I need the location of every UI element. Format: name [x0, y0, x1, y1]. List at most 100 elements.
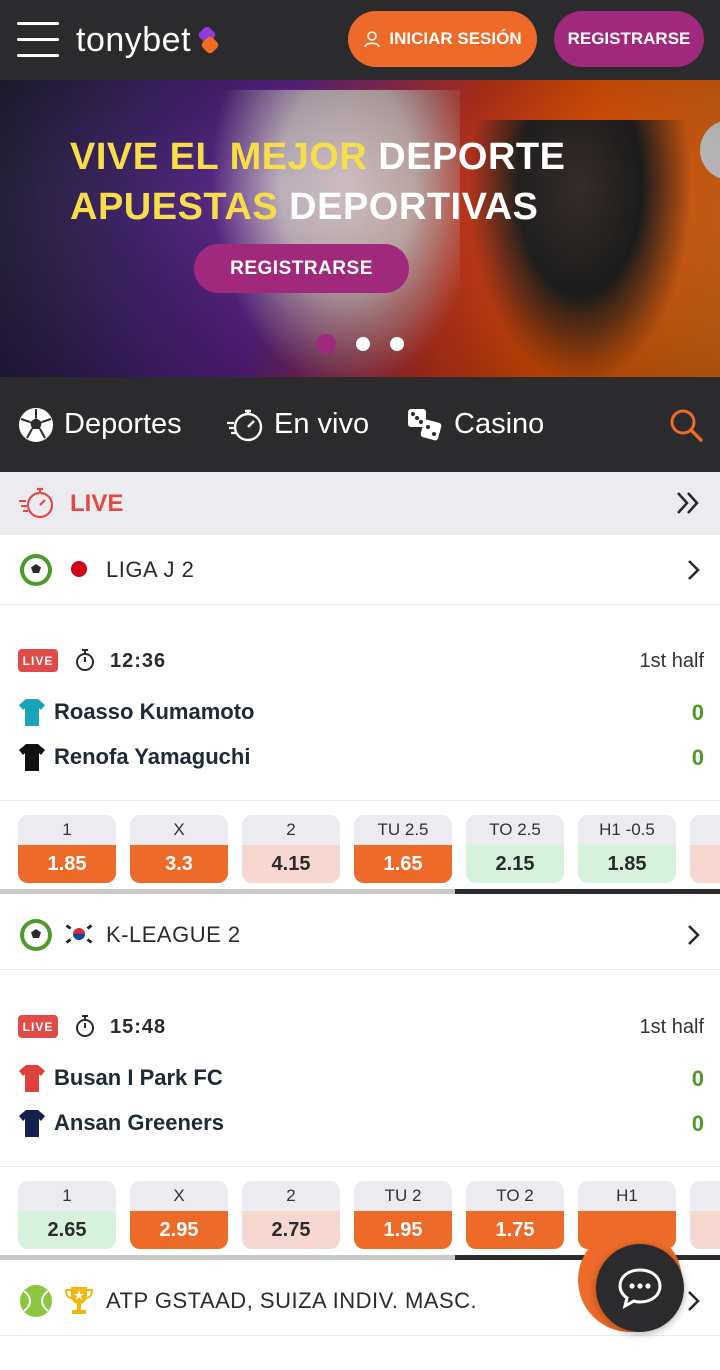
chevron-right-icon	[688, 925, 700, 945]
promo-banner[interactable]: VIVE EL MEJOR DEPORTE APUESTAS DEPORTIVA…	[0, 80, 720, 377]
odd-value: 3.3	[130, 845, 228, 883]
team-home-score: 0	[691, 1066, 704, 1091]
jersey-icon	[19, 1065, 45, 1092]
odd-label: 2	[242, 815, 340, 845]
live-badge: LIVE	[18, 1015, 58, 1038]
japan-flag-icon	[64, 554, 94, 584]
soccer-ball-icon	[20, 919, 52, 951]
carousel-dots	[316, 334, 404, 354]
login-button[interactable]: INICIAR SESIÓN	[348, 11, 537, 67]
chevron-right-icon	[688, 560, 700, 580]
odd-button[interactable]	[690, 1181, 720, 1249]
odd-button[interactable]: TU 2 1.95	[354, 1181, 452, 1249]
league-name: ATP GSTAAD, SUIZA INDIV. MASC.	[106, 1288, 478, 1313]
odds-scrollbar[interactable]	[0, 889, 720, 894]
odd-label: H1 -0.5	[578, 815, 676, 845]
user-icon	[364, 31, 381, 48]
odd-button[interactable]: X 2.95	[130, 1181, 228, 1249]
logo-mark-icon	[197, 25, 220, 55]
stopwatch-icon	[227, 409, 263, 441]
league-name: LIGA J 2	[106, 557, 195, 582]
odd-value	[690, 845, 720, 883]
odd-label	[690, 1181, 720, 1211]
league-header-liga-j2[interactable]: LIGA J 2	[0, 535, 720, 605]
headline-line2-yellow: APUESTAS	[70, 186, 279, 228]
team-home: Roasso Kumamoto	[18, 696, 254, 728]
chat-button[interactable]	[596, 1244, 684, 1332]
tonybet-logo[interactable]: tonybet	[76, 18, 220, 62]
match-card-1[interactable]: LIVE 12:36 1st half Roasso Kumamoto 0 Re…	[0, 606, 720, 896]
odd-button[interactable]: 1 2.65	[18, 1181, 116, 1249]
banner-headline: VIVE EL MEJOR DEPORTE APUESTAS DEPORTIVA…	[70, 132, 565, 232]
nav-casino[interactable]: Casino	[406, 377, 544, 472]
banner-register-button[interactable]: REGISTRARSE	[194, 244, 409, 293]
logo-text: tonybet	[76, 20, 192, 59]
odd-label: X	[130, 815, 228, 845]
nav-sports[interactable]: Deportes	[18, 377, 182, 472]
team-away: Ansan Greeners	[18, 1107, 224, 1139]
odd-label: X	[130, 1181, 228, 1211]
tennis-ball-icon	[20, 1285, 52, 1317]
league-name: K-LEAGUE 2	[106, 922, 241, 947]
odd-button[interactable]: TO 2 1.75	[466, 1181, 564, 1249]
odd-label: TU 2	[354, 1181, 452, 1211]
match-card-2[interactable]: LIVE 15:48 1st half Busan I Park FC 0 An…	[0, 971, 720, 1261]
soccer-ball-icon	[20, 554, 52, 586]
odd-label: H	[690, 815, 720, 845]
carousel-dot-2[interactable]	[356, 337, 370, 351]
jersey-icon	[19, 1110, 45, 1137]
team-away-score: 0	[691, 745, 704, 770]
odd-value: 1.85	[18, 845, 116, 883]
odd-button[interactable]: 2 4.15	[242, 815, 340, 883]
match-time: 12:36	[110, 650, 167, 672]
main-nav: Deportes En vivo Casino	[0, 377, 720, 472]
odd-value: 1.85	[578, 845, 676, 883]
odd-label: 1	[18, 1181, 116, 1211]
register-label: REGISTRARSE	[567, 29, 691, 48]
odd-button[interactable]: 2 2.75	[242, 1181, 340, 1249]
stopwatch-icon	[76, 1015, 94, 1037]
team-home: Busan I Park FC	[18, 1062, 223, 1094]
double-chevron-right-icon[interactable]	[674, 489, 702, 517]
odd-value: 4.15	[242, 845, 340, 883]
search-icon[interactable]	[668, 407, 704, 443]
odd-label: 1	[18, 815, 116, 845]
odd-button[interactable]: 1 1.85	[18, 815, 116, 883]
register-button[interactable]: REGISTRARSE	[554, 11, 704, 67]
menu-icon[interactable]	[17, 22, 61, 58]
odd-label: 2	[242, 1181, 340, 1211]
odd-label: TU 2.5	[354, 815, 452, 845]
live-badge: LIVE	[18, 649, 58, 672]
odd-button[interactable]: TU 2.5 1.65	[354, 815, 452, 883]
top-header: tonybet INICIAR SESIÓN REGISTRARSE	[0, 0, 720, 80]
carousel-dot-3[interactable]	[390, 337, 404, 351]
odd-button[interactable]: TO 2.5 2.15	[466, 815, 564, 883]
jersey-icon	[19, 744, 45, 771]
headline-line2-white: DEPORTIVAS	[289, 186, 539, 228]
odd-value: 2.95	[130, 1211, 228, 1249]
league-header-k-league-2[interactable]: K-LEAGUE 2	[0, 900, 720, 970]
live-section-header[interactable]: LIVE	[0, 472, 720, 535]
soccer-ball-icon	[19, 407, 53, 442]
odd-button[interactable]: X 3.3	[130, 815, 228, 883]
nav-sports-label: Deportes	[64, 408, 182, 440]
odd-value: 2.75	[242, 1211, 340, 1249]
team-away-name: Ansan Greeners	[54, 1110, 224, 1135]
login-label: INICIAR SESIÓN	[389, 29, 522, 48]
odd-button[interactable]: H1 -0.5 1.85	[578, 815, 676, 883]
dice-icon	[408, 408, 442, 440]
odd-button[interactable]: H	[690, 815, 720, 883]
match-period: 1st half	[639, 1016, 704, 1038]
nav-casino-label: Casino	[454, 408, 545, 440]
carousel-dot-1[interactable]	[316, 334, 336, 354]
trophy-icon	[64, 1285, 94, 1315]
stopwatch-icon	[19, 487, 54, 519]
jersey-icon	[19, 699, 45, 726]
live-label: LIVE	[70, 490, 124, 517]
chevron-right-icon	[688, 1291, 700, 1311]
match-time: 15:48	[110, 1016, 167, 1038]
odd-value: 1.65	[354, 845, 452, 883]
odd-label: H1	[578, 1181, 676, 1211]
odd-value: 1.95	[354, 1211, 452, 1249]
nav-live[interactable]: En vivo	[226, 377, 369, 472]
